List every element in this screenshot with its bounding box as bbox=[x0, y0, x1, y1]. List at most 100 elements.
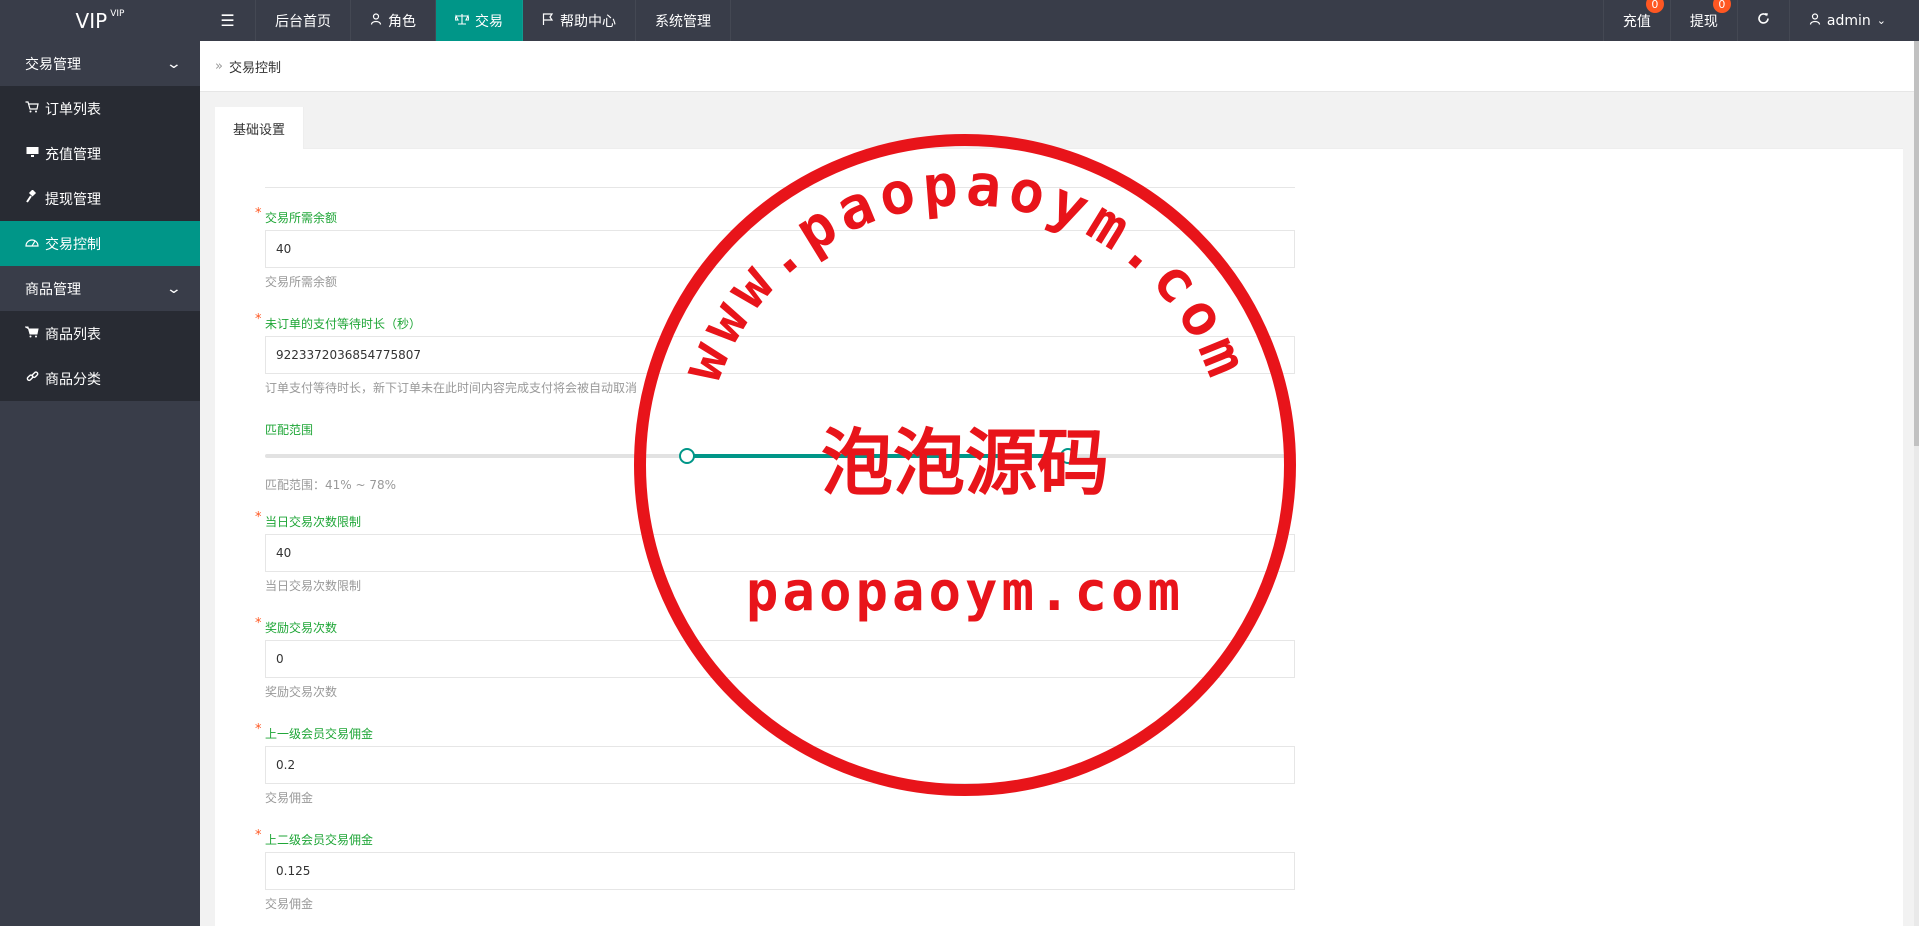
commission-2-input[interactable] bbox=[265, 852, 1295, 890]
sidebar-group-trade[interactable]: 交易管理 ⌄ bbox=[0, 41, 200, 86]
page-scrollbar[interactable] bbox=[1914, 41, 1919, 926]
field-match-range-label: 匹配范围 bbox=[265, 423, 314, 437]
cart-icon bbox=[25, 100, 39, 117]
sidebar-group-goods[interactable]: 商品管理 ⌄ bbox=[0, 266, 200, 311]
sidebar-item-goods-category[interactable]: 商品分类 bbox=[0, 356, 200, 401]
balance-input[interactable] bbox=[265, 230, 1295, 268]
field-balance-label: * 交易所需余额 bbox=[255, 206, 1295, 226]
user-menu[interactable]: admin ⌄ bbox=[1788, 0, 1905, 41]
sidebar-item-withdraw-label: 提现管理 bbox=[45, 191, 101, 208]
sidebar-group-goods-label: 商品管理 bbox=[25, 281, 81, 298]
breadcrumb-current[interactable]: 交易控制 bbox=[229, 57, 281, 76]
tab-basic-settings[interactable]: 基础设置 bbox=[215, 107, 305, 149]
field-wait-time-label: * 未订单的支付等待时长（秒） bbox=[255, 312, 1295, 332]
top-header: VIP VIP ☰ 后台首页 角色 交易 帮助中心 系统管理 充值 0 提现 0… bbox=[0, 0, 1919, 41]
recharge-button[interactable]: 充值 0 bbox=[1602, 0, 1670, 41]
wait-time-input[interactable] bbox=[265, 336, 1295, 374]
form-divider bbox=[265, 187, 1295, 188]
dashboard-icon bbox=[25, 236, 39, 252]
required-mark: * bbox=[255, 722, 262, 737]
commission-1-input[interactable] bbox=[265, 746, 1295, 784]
reward-count-input[interactable] bbox=[265, 640, 1295, 678]
field-commission-1-help: 交易佣金 bbox=[265, 791, 314, 805]
field-match-range-help: 匹配范围：41% ~ 78% bbox=[265, 478, 397, 492]
menu-icon: ☰ bbox=[220, 11, 235, 30]
nav-home[interactable]: 后台首页 bbox=[256, 0, 351, 41]
field-commission-1: *上一级会员交易佣金 交易佣金 bbox=[255, 722, 1295, 806]
recharge-badge: 0 bbox=[1645, 0, 1664, 13]
required-mark: * bbox=[255, 510, 262, 525]
menu-toggle-button[interactable]: ☰ bbox=[200, 0, 256, 41]
match-range-handle-min[interactable] bbox=[679, 448, 696, 464]
logo[interactable]: VIP VIP bbox=[0, 0, 200, 41]
withdraw-label: 提现 bbox=[1689, 13, 1718, 30]
field-daily-limit: *当日交易次数限制 当日交易次数限制 bbox=[255, 510, 1295, 594]
sidebar-item-recharge[interactable]: 充值管理 bbox=[0, 131, 200, 176]
field-daily-limit-help: 当日交易次数限制 bbox=[265, 579, 362, 593]
field-balance: *交易所需余额 交易所需余额 bbox=[255, 206, 1295, 290]
refresh-button[interactable] bbox=[1736, 0, 1789, 41]
link-icon bbox=[25, 370, 39, 387]
sidebar-item-goods-list-label: 商品列表 bbox=[45, 326, 101, 343]
sidebar: 交易管理 ⌄ 订单列表 充值管理 提现管理 交易控制 商品管理 ⌄ 商品列表 商… bbox=[0, 41, 200, 926]
nav-help[interactable]: 帮助中心 bbox=[523, 0, 636, 41]
field-reward-count-help: 奖励交易次数 bbox=[265, 685, 338, 699]
flag-icon bbox=[542, 12, 554, 29]
user-icon bbox=[370, 12, 382, 29]
field-reward-count-label: * 奖励交易次数 bbox=[255, 616, 1295, 636]
nav-help-label: 帮助中心 bbox=[560, 13, 616, 30]
nav-system-label: 系统管理 bbox=[655, 13, 711, 30]
required-mark: * bbox=[255, 312, 262, 327]
page-scrollbar-thumb[interactable] bbox=[1914, 41, 1919, 446]
breadcrumb: » 交易控制 bbox=[200, 41, 1919, 92]
field-balance-label-text: 交易所需余额 bbox=[265, 211, 338, 225]
sidebar-item-orders[interactable]: 订单列表 bbox=[0, 86, 200, 131]
field-commission-2: *上二级会员交易佣金 交易佣金 bbox=[255, 828, 1295, 912]
sidebar-item-goods-list[interactable]: 商品列表 bbox=[0, 311, 200, 356]
sidebar-item-trade-control[interactable]: 交易控制 bbox=[0, 221, 200, 266]
nav-system[interactable]: 系统管理 bbox=[636, 0, 731, 41]
field-commission-2-label-text: 上二级会员交易佣金 bbox=[265, 833, 374, 847]
withdraw-button[interactable]: 提现 0 bbox=[1669, 0, 1737, 41]
sidebar-item-goods-category-label: 商品分类 bbox=[45, 371, 101, 388]
top-nav-right: 充值 0 提现 0 admin ⌄ bbox=[1602, 0, 1905, 41]
daily-limit-input[interactable] bbox=[265, 534, 1295, 572]
chevron-down-icon: ⌄ bbox=[165, 55, 183, 72]
field-reward-count: *奖励交易次数 奖励交易次数 bbox=[255, 616, 1295, 700]
user-name: admin bbox=[1826, 12, 1871, 29]
breadcrumb-separator: » bbox=[215, 58, 223, 74]
nav-home-label: 后台首页 bbox=[275, 13, 331, 30]
field-wait-time: *未订单的支付等待时长（秒） 订单支付等待时长，新下订单未在此时间内容完成支付将… bbox=[255, 312, 1295, 396]
monitor-icon bbox=[25, 146, 39, 162]
sidebar-group-trade-label: 交易管理 bbox=[25, 56, 81, 73]
match-range-handle-max[interactable] bbox=[1060, 448, 1077, 464]
refresh-icon bbox=[1757, 12, 1770, 29]
nav-trade-label: 交易 bbox=[475, 13, 503, 30]
field-commission-1-label: * 上一级会员交易佣金 bbox=[255, 722, 1295, 742]
required-mark: * bbox=[255, 828, 262, 843]
sidebar-item-withdraw[interactable]: 提现管理 bbox=[0, 176, 200, 221]
logo-sup: VIP bbox=[110, 8, 125, 19]
field-balance-help: 交易所需余额 bbox=[265, 275, 338, 289]
settings-card: 基础设置 *交易所需余额 交易所需余额 *未订单的支付等待时长（秒） 订单支付等… bbox=[215, 107, 1903, 926]
nav-role[interactable]: 角色 bbox=[351, 0, 436, 41]
gavel-icon bbox=[25, 189, 39, 207]
field-match-range: 匹配范围 匹配范围：41% ~ 78% bbox=[265, 421, 1295, 493]
logo-text: VIP bbox=[75, 8, 108, 33]
recharge-label: 充值 bbox=[1622, 13, 1651, 30]
chevron-down-icon: ⌄ bbox=[1876, 14, 1886, 27]
match-range-slider[interactable] bbox=[265, 448, 1295, 464]
field-commission-1-label-text: 上一级会员交易佣金 bbox=[265, 727, 374, 741]
field-daily-limit-label-text: 当日交易次数限制 bbox=[265, 515, 362, 529]
match-range-fill bbox=[687, 454, 1069, 458]
withdraw-badge: 0 bbox=[1712, 0, 1731, 13]
top-nav: ☰ 后台首页 角色 交易 帮助中心 系统管理 bbox=[200, 0, 731, 41]
required-mark: * bbox=[255, 616, 262, 631]
user-icon bbox=[1809, 12, 1821, 29]
field-commission-2-help: 交易佣金 bbox=[265, 897, 314, 911]
sidebar-item-orders-label: 订单列表 bbox=[45, 101, 101, 118]
sidebar-item-trade-control-label: 交易控制 bbox=[45, 236, 101, 253]
field-reward-count-label-text: 奖励交易次数 bbox=[265, 621, 338, 635]
nav-trade[interactable]: 交易 bbox=[436, 0, 523, 41]
field-wait-time-help: 订单支付等待时长，新下订单未在此时间内容完成支付将会被自动取消 bbox=[265, 381, 638, 395]
